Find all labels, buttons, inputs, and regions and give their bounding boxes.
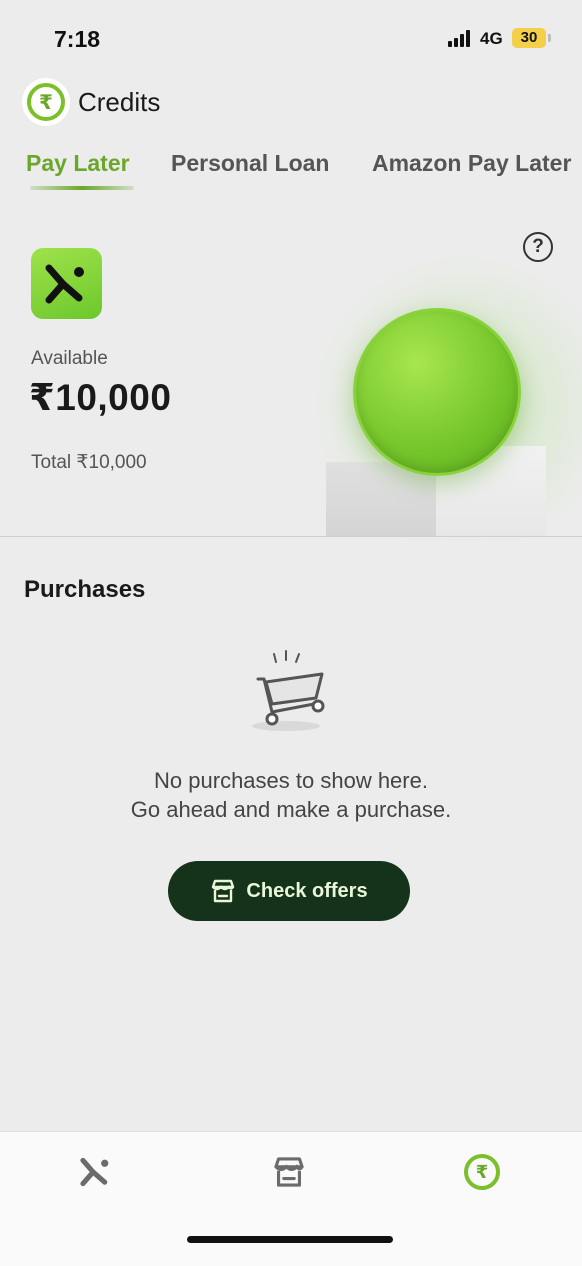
battery-tip [548,34,551,42]
credit-tabs: Pay Later Personal Loan Amazon Pay Later [0,148,582,196]
empty-cart-icon [248,648,332,732]
status-time: 7:18 [54,26,101,52]
empty-state-submessage: Go ahead and make a purchase. [130,797,452,822]
brand-x-logo [31,248,102,319]
check-offers-label: Check offers [246,879,368,902]
available-label: Available [31,348,108,369]
tab-personal-loan[interactable]: Personal Loan [171,150,329,177]
brand-x-icon [45,264,84,303]
credits-header-icon: ₹ [22,78,70,126]
battery-indicator: 30 [512,28,546,48]
purchases-heading: Purchases [24,576,146,603]
brand-x-icon [80,1157,109,1187]
nav-item-brand-home[interactable] [76,1152,116,1192]
check-offers-button[interactable]: Check offers [168,861,410,921]
signal-strength-icon [448,30,472,47]
tab-amazon-pay-later[interactable]: Amazon Pay Later [372,150,571,177]
credits-screen: 7:18 4G 30 ₹ Credits Pay Later Personal … [0,0,582,1266]
rupee-coin-icon: ₹ [464,1154,500,1190]
empty-state-message: No purchases to show here. [154,768,428,793]
store-icon [274,1157,304,1187]
available-amount: ₹10,000 [29,377,172,418]
credit-summary-card: ? Available ₹10,000 Total ₹10,000 [0,210,582,540]
active-tab-indicator [30,186,134,190]
green-coin-illustration [353,308,521,476]
page-header: ₹ Credits [0,75,582,131]
tab-pay-later[interactable]: Pay Later [26,150,130,177]
bottom-navigation: ₹ [0,1131,582,1266]
nav-item-store[interactable] [269,1152,309,1192]
nav-item-credits[interactable]: ₹ [462,1152,502,1192]
total-limit: Total ₹10,000 [31,452,147,473]
rupee-coin-icon: ₹ [27,83,65,121]
home-indicator [187,1236,393,1243]
help-icon[interactable]: ? [523,232,553,262]
network-type: 4G [480,29,503,48]
page-title: Credits [78,87,161,117]
store-icon [212,879,235,903]
status-bar: 7:18 4G 30 [0,0,582,70]
section-divider [0,536,582,537]
